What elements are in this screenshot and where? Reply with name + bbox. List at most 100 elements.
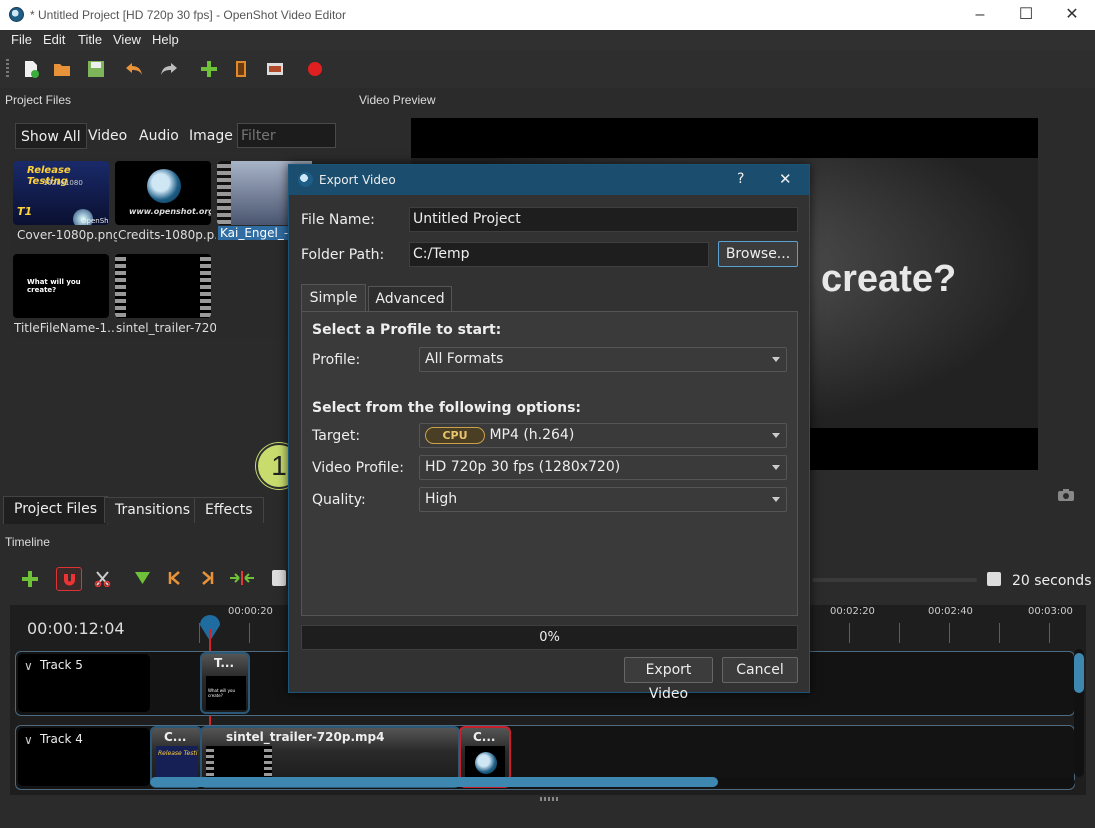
filter-audio-tab[interactable]: Audio: [134, 123, 184, 149]
zoom-icon: [987, 572, 1001, 586]
next-marker-icon[interactable]: [199, 570, 215, 586]
panel-splitter-grip[interactable]: [540, 797, 558, 801]
filter-input[interactable]: [237, 123, 336, 148]
file-thumb-sintel[interactable]: [115, 254, 211, 318]
chevron-down-icon: [772, 465, 780, 470]
dialog-close-icon[interactable]: ✕: [779, 170, 792, 188]
export-video-dialog: Export Video ? ✕ File Name: Untitled Pro…: [288, 164, 810, 702]
track-5-header: ∨ Track 5: [18, 654, 150, 712]
tab-simple[interactable]: Simple: [301, 284, 366, 312]
filter-show-all-tab[interactable]: Show All: [15, 123, 87, 149]
tab-transitions[interactable]: Transitions: [104, 497, 201, 523]
folder-path-field[interactable]: C:/Temp: [409, 242, 709, 267]
export-video-button[interactable]: Export Video: [624, 657, 713, 702]
window-title-bar: * Untitled Project [HD 720p 30 fps] - Op…: [0, 0, 1095, 30]
tab-project-files[interactable]: Project Files: [3, 496, 109, 524]
timeline-vertical-scrollbar[interactable]: [1074, 649, 1084, 777]
main-toolbar: [0, 50, 1095, 88]
maximize-icon[interactable]: ☐: [1003, 0, 1049, 30]
import-files-icon[interactable]: [199, 59, 219, 79]
toolbar-grip[interactable]: [6, 59, 9, 79]
quality-label: Quality:: [312, 492, 366, 508]
tab-advanced[interactable]: Advanced: [368, 286, 452, 312]
export-video-icon[interactable]: [305, 59, 325, 79]
export-progress-bar: 0%: [301, 625, 798, 650]
minimize-icon[interactable]: –: [957, 0, 1003, 30]
target-select[interactable]: CPU MP4 (h.264): [419, 423, 787, 448]
file-name-cover: Cover-1080p.png: [17, 228, 117, 242]
file-name-label: File Name:: [301, 212, 375, 228]
dialog-title-bar: Export Video ? ✕: [289, 165, 809, 195]
timeline-extra-icon[interactable]: [272, 570, 286, 586]
browse-button[interactable]: Browse...: [718, 241, 798, 267]
previous-marker-icon[interactable]: [167, 570, 183, 586]
folder-path-label: Folder Path:: [301, 247, 385, 263]
file-thumb-cover[interactable]: Release Testing 1920x1080 T1 OpenShot: [13, 161, 109, 225]
snapping-toggle[interactable]: [56, 567, 82, 591]
file-name-credits: Credits-1080p.p...: [118, 228, 216, 242]
menu-file[interactable]: File: [11, 32, 32, 47]
razor-icon[interactable]: [94, 570, 111, 587]
file-thumb-credits[interactable]: www.openshot.org: [115, 161, 211, 225]
menu-edit[interactable]: Edit: [43, 32, 65, 47]
filter-image-tab[interactable]: Image: [184, 123, 238, 149]
ruler-label-0220: 00:02:20: [830, 606, 875, 617]
cancel-button[interactable]: Cancel: [722, 657, 798, 683]
video-profile-select[interactable]: HD 720p 30 fps (1280x720): [419, 455, 787, 480]
preview-title-text: create?: [821, 258, 957, 300]
close-icon[interactable]: ✕: [1049, 0, 1095, 30]
file-name-title: TitleFileName-1....: [14, 321, 114, 335]
file-name-field[interactable]: Untitled Project: [409, 207, 798, 232]
add-track-icon[interactable]: [21, 570, 39, 588]
dialog-logo-icon: [298, 172, 313, 187]
redo-icon[interactable]: [159, 59, 179, 79]
ruler-label-0240: 00:02:40: [928, 606, 973, 617]
timeline-horizontal-scrollbar[interactable]: [150, 777, 1075, 787]
track-4-name: Track 4: [40, 732, 83, 746]
magnet-icon: [64, 574, 75, 586]
cpu-badge: CPU: [425, 427, 485, 444]
tab-effects[interactable]: Effects: [194, 497, 264, 523]
menu-title[interactable]: Title: [78, 32, 102, 47]
track-4-header: ∨ Track 4: [18, 728, 150, 786]
project-files-panel-title: Project Files: [5, 93, 72, 107]
file-name-sintel: sintel_trailer-720...: [116, 321, 216, 335]
chevron-down-icon: [772, 433, 780, 438]
open-project-icon[interactable]: [52, 59, 72, 79]
profile-heading: Select a Profile to start:: [312, 322, 502, 338]
profile-label: Profile:: [312, 352, 361, 368]
file-thumb-title[interactable]: What will you create?: [13, 254, 109, 318]
help-icon[interactable]: ?: [737, 171, 744, 187]
center-playhead-icon[interactable]: [229, 570, 255, 586]
filter-video-tab[interactable]: Video: [83, 123, 132, 149]
save-project-icon[interactable]: [86, 59, 106, 79]
timeline-panel-title: Timeline: [5, 535, 50, 549]
camera-snapshot-icon[interactable]: [1057, 488, 1075, 502]
profile-select[interactable]: All Formats: [419, 347, 787, 372]
video-profile-label: Video Profile:: [312, 460, 404, 476]
ruler-label-0020: 00:00:20: [228, 606, 273, 617]
simple-tab-panel: Select a Profile to start: Profile: All …: [301, 311, 798, 616]
timeline-clip[interactable]: T... What will you create?: [200, 652, 250, 714]
openshot-logo-icon: [9, 7, 24, 22]
quality-select[interactable]: High: [419, 487, 787, 512]
zoom-label: 20 seconds: [1012, 573, 1092, 589]
zoom-slider[interactable]: [812, 578, 977, 582]
playhead-handle[interactable]: [198, 615, 222, 643]
menu-view[interactable]: View: [113, 32, 141, 47]
video-preview-panel-title: Video Preview: [359, 93, 436, 107]
menu-bar: File Edit Title View Help: [0, 30, 1095, 50]
ruler-label-0300: 00:03:00: [1028, 606, 1073, 617]
vertical-scroll-thumb[interactable]: [1074, 653, 1084, 693]
chevron-down-icon: [772, 357, 780, 362]
choose-profile-icon[interactable]: [231, 59, 251, 79]
new-project-icon[interactable]: [21, 59, 41, 79]
window-title: * Untitled Project [HD 720p 30 fps] - Op…: [30, 8, 346, 22]
chevron-down-icon: [772, 497, 780, 502]
fullscreen-icon[interactable]: [265, 59, 285, 79]
progress-text: 0%: [539, 630, 560, 645]
horizontal-scroll-thumb[interactable]: [150, 777, 718, 787]
undo-icon[interactable]: [124, 59, 144, 79]
add-marker-icon[interactable]: [134, 571, 151, 585]
menu-help[interactable]: Help: [152, 32, 179, 47]
